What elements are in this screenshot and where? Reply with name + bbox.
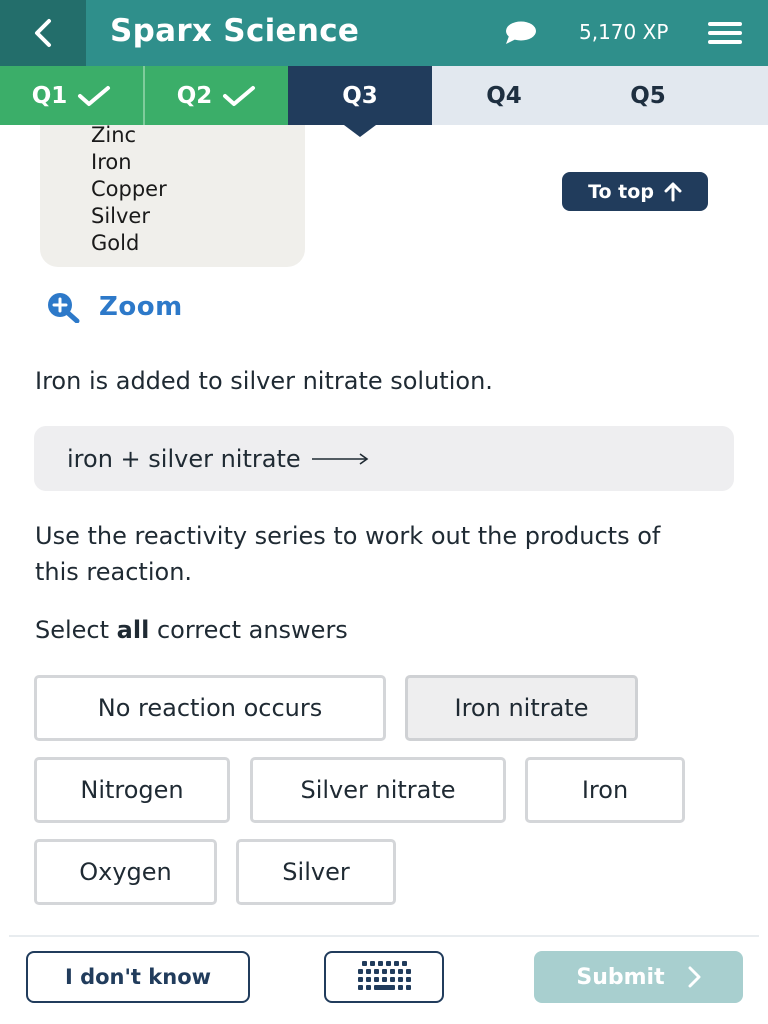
series-item: Zinc [91,123,137,147]
dont-know-label: I don't know [64,965,212,989]
arrow-up-icon [664,182,682,201]
select-prefix: Select [35,616,117,644]
answer-option[interactable]: Oxygen [34,839,217,905]
series-item: Gold [91,231,140,255]
tab-q2[interactable]: Q2 [145,66,288,125]
select-instruction: Select all correct answers [35,616,348,644]
app-title: Sparx Science [110,13,360,49]
zoom-in-icon [48,293,80,323]
word-equation: iron + silver nitrate [34,426,734,491]
answer-option-label: Oxygen [79,858,172,886]
reaction-arrow-icon [311,452,369,465]
hamburger-menu-icon[interactable] [708,20,742,46]
checkmark-icon [78,85,111,106]
question-intro: Iron is added to silver nitrate solution… [35,367,493,395]
answer-option[interactable]: Silver [236,839,396,905]
tab-q4[interactable]: Q4 [432,66,576,125]
tab-label: Q2 [176,82,213,109]
zoom-button[interactable]: Zoom [46,291,183,323]
answer-option-label: Iron nitrate [454,694,589,722]
answer-option-label: Silver nitrate [300,776,456,804]
select-bold: all [116,616,150,644]
select-suffix: correct answers [149,616,348,644]
tab-label: Q4 [486,82,522,109]
checkmark-icon [223,85,256,106]
series-item: Silver [91,204,150,228]
answer-option[interactable]: Nitrogen [34,757,230,823]
answer-option-label: Nitrogen [80,776,184,804]
back-button[interactable] [0,0,86,66]
keyboard-icon [358,961,411,990]
reactivity-series-box: Zinc Iron Copper Silver Gold [40,100,305,267]
answer-option-label: Iron [581,776,629,804]
tab-label: Q5 [630,82,666,109]
keyboard-button[interactable] [324,951,444,1003]
tab-label: Q1 [31,82,68,109]
xp-counter: 5,170 XP [579,20,669,44]
app-header: Sparx Science 5,170 XP [0,0,768,66]
active-tab-pointer [344,125,376,137]
answer-option-label: No reaction occurs [97,694,323,722]
series-item: Copper [91,177,167,201]
answer-option[interactable]: Iron [525,757,685,823]
speech-bubble-icon[interactable] [503,20,537,46]
tab-q5[interactable]: Q5 [576,66,720,125]
submit-label: Submit [576,964,665,990]
chevron-left-icon [35,19,51,47]
footer-divider [9,935,759,937]
tab-q1[interactable]: Q1 [0,66,143,125]
to-top-button[interactable]: To top [562,172,708,211]
to-top-label: To top [588,180,654,203]
answer-option-label: Silver [282,858,350,886]
zoom-label: Zoom [99,292,183,322]
answer-option[interactable]: Silver nitrate [250,757,506,823]
answer-option[interactable]: No reaction occurs [34,675,386,741]
dont-know-button[interactable]: I don't know [26,951,250,1003]
tab-label: Q3 [342,82,378,109]
question-instruction: Use the reactivity series to work out th… [35,522,661,586]
question-tabs: Q1 Q2 Q3 Q4 Q5 [0,66,768,125]
equation-text: iron + silver nitrate [67,444,301,473]
tab-divider [143,66,145,125]
tab-q3[interactable]: Q3 [288,66,432,125]
submit-button[interactable]: Submit [534,951,743,1003]
chevron-right-icon [688,966,701,988]
answer-option-selected[interactable]: Iron nitrate [405,675,638,741]
series-item: Iron [91,150,132,174]
